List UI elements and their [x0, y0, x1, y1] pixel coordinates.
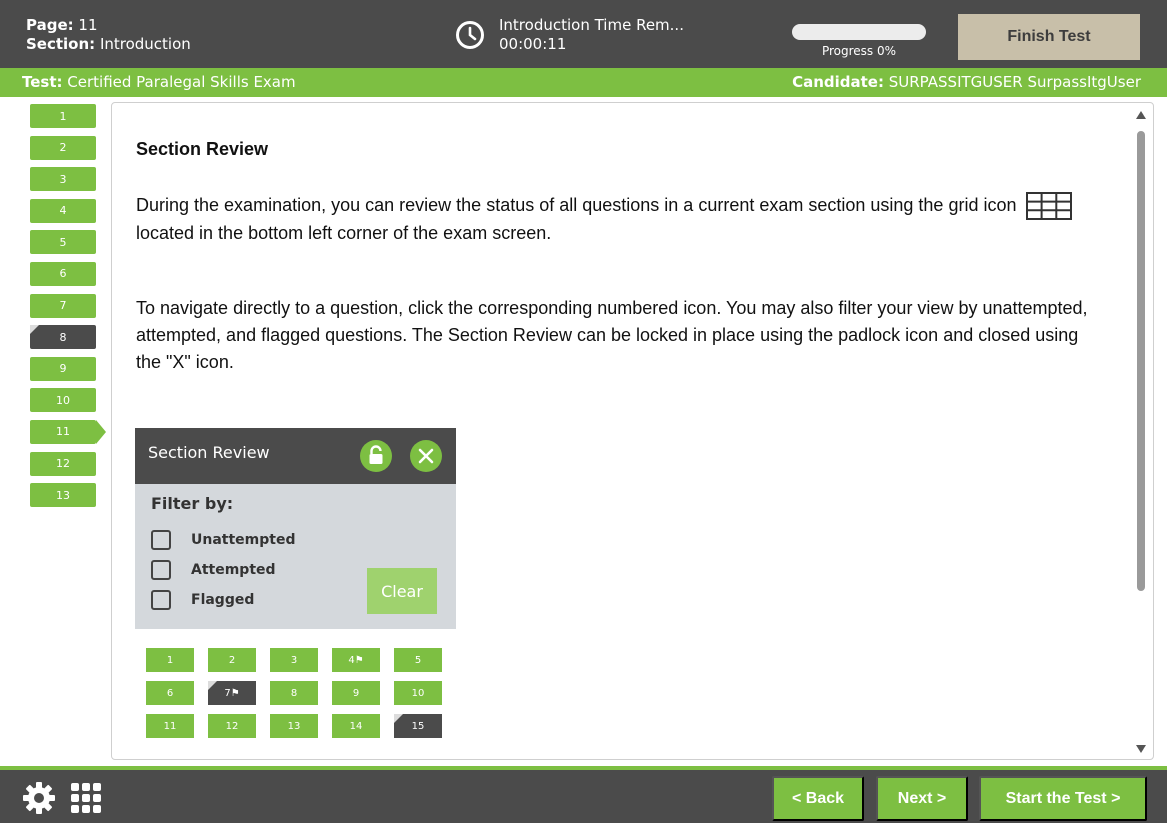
question-nav-item-5[interactable]: 5 — [30, 230, 96, 255]
illustration-cell: 3 — [270, 648, 318, 672]
question-nav-item-6[interactable]: 6 — [30, 261, 96, 286]
filter-title: Filter by: — [151, 494, 234, 513]
progress-label: Progress 0% — [821, 44, 897, 58]
question-nav-item-8[interactable]: 8 — [30, 325, 96, 350]
next-button[interactable]: Next > — [876, 776, 968, 821]
scroll-down-arrow-icon[interactable] — [1136, 745, 1146, 753]
candidate-value: SURPASSITGUSER SurpassItgUser — [888, 73, 1141, 91]
content-body: Section Review During the examination, y… — [136, 139, 1096, 376]
start-test-button[interactable]: Start the Test > — [979, 776, 1147, 821]
padlock-icon — [360, 440, 392, 472]
timer-title: Introduction Time Rem... — [499, 16, 684, 34]
content-scrollbar[interactable] — [1135, 111, 1147, 753]
section-review-grid-icon[interactable] — [70, 782, 102, 814]
grid-icon — [1025, 192, 1072, 221]
checkbox-icon — [151, 560, 171, 580]
question-nav-item-3[interactable]: 3 — [30, 167, 96, 192]
question-nav-item-9[interactable]: 9 — [30, 356, 96, 381]
filter-option-label: Unattempted — [191, 532, 296, 548]
illustration-cell: 15 — [394, 714, 442, 738]
test-label: Test: — [22, 73, 63, 91]
illustration-cell: 4⚑ — [332, 648, 380, 672]
illustration-cell: 9 — [332, 681, 380, 705]
candidate-label: Candidate: — [792, 73, 884, 91]
test-name: Test: Certified Paralegal Skills Exam — [22, 68, 296, 97]
question-nav-item-11[interactable]: 11 — [30, 419, 106, 444]
illustration-cell: 8 — [270, 681, 318, 705]
gear-icon[interactable] — [22, 781, 56, 815]
filter-option-label: Flagged — [191, 592, 255, 608]
question-nav-item-10[interactable]: 10 — [30, 388, 96, 413]
test-info-bar: Test: Certified Paralegal Skills Exam Ca… — [0, 68, 1167, 97]
filter-option-flagged: Flagged — [151, 590, 254, 610]
finish-test-button[interactable]: Finish Test — [958, 14, 1140, 60]
paragraph-navigation: To navigate directly to a question, clic… — [136, 298, 1088, 373]
progress-bar — [792, 24, 926, 40]
back-button[interactable]: < Back — [772, 776, 864, 821]
checkbox-icon — [151, 530, 171, 550]
illustration-title: Section Review — [148, 443, 270, 462]
question-nav-item-12[interactable]: 12 — [30, 451, 96, 476]
question-nav-item-1[interactable]: 1 — [30, 104, 96, 128]
clear-button: Clear — [367, 568, 437, 614]
paragraph-grid-icon: During the examination, you can review t… — [136, 192, 1096, 247]
question-nav-item-4[interactable]: 4 — [30, 198, 96, 223]
content-panel: Section Review During the examination, y… — [111, 102, 1154, 760]
progress-indicator: Progress 0% — [792, 24, 926, 58]
filter-option-unattempted: Unattempted — [151, 530, 295, 550]
illustration-cell: 2 — [208, 648, 256, 672]
question-nav-item-13[interactable]: 13 — [30, 483, 96, 508]
illustration-cell: 10 — [394, 681, 442, 705]
clock-icon — [456, 21, 484, 49]
content-heading: Section Review — [136, 139, 269, 159]
top-bar: Page: 11 Section: Introduction Introduct… — [0, 0, 1167, 68]
illustration-cell: 5 — [394, 648, 442, 672]
filter-option-label: Attempted — [191, 562, 276, 578]
close-icon — [410, 440, 442, 472]
illustration-header: Section Review — [135, 428, 456, 484]
checkbox-icon — [151, 590, 171, 610]
test-value: Certified Paralegal Skills Exam — [67, 73, 296, 91]
section-label: Section: — [26, 35, 96, 53]
candidate-name: Candidate: SURPASSITGUSER SurpassItgUser — [792, 68, 1141, 97]
scroll-up-arrow-icon[interactable] — [1136, 111, 1146, 119]
illustration-cell: 13 — [270, 714, 318, 738]
scroll-thumb[interactable] — [1137, 131, 1145, 591]
section-review-illustration: Section Review Filter by: Unattempted At… — [135, 428, 456, 759]
section-timer: Introduction Time Rem... 00:00:11 — [455, 16, 684, 54]
page-number: 11 — [78, 16, 98, 34]
paragraph-1-end: located in the bottom left corner of the… — [136, 223, 552, 244]
illustration-filter: Filter by: Unattempted Attempted Flagged… — [135, 484, 456, 629]
illustration-cell: 1 — [146, 648, 194, 672]
question-nav-item-7[interactable]: 7 — [30, 293, 96, 318]
illustration-cell: 6 — [146, 681, 194, 705]
timer-value: 00:00:11 — [499, 35, 567, 53]
filter-option-attempted: Attempted — [151, 560, 276, 580]
paragraph-1-start: During the examination, you can review t… — [136, 195, 1017, 215]
question-navigation: 1 2 3 4 5 6 7 8 9 10 11 12 13 — [30, 104, 108, 515]
question-nav-item-2[interactable]: 2 — [30, 135, 96, 160]
illustration-cell: 11 — [146, 714, 194, 738]
bottom-accent-line — [0, 766, 1167, 770]
illustration-cell: 12 — [208, 714, 256, 738]
page-section-info: Page: 11 Section: Introduction — [26, 16, 191, 54]
illustration-cell: 7⚑ — [208, 681, 256, 705]
illustration-cell: 14 — [332, 714, 380, 738]
section-name: Introduction — [99, 35, 191, 53]
page-label: Page: — [26, 16, 74, 34]
